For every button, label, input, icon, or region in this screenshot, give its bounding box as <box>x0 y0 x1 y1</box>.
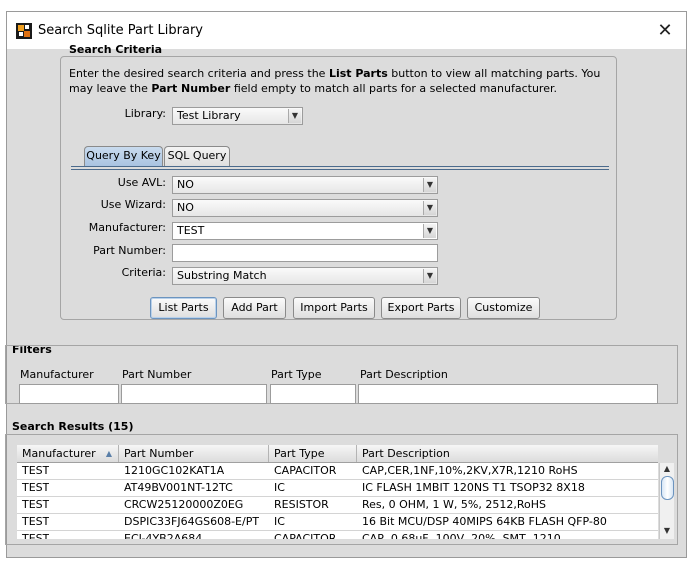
app-icon <box>16 23 32 39</box>
results-scrollbar[interactable]: ▲ ▼ <box>659 463 674 539</box>
tab-query-by-key[interactable]: Query By Key <box>84 146 163 166</box>
tab-divider <box>71 166 609 167</box>
export-parts-button[interactable]: Export Parts <box>381 297 461 319</box>
scroll-down-icon[interactable]: ▼ <box>660 525 674 537</box>
filter-part-number-label: Part Number <box>122 368 192 381</box>
filter-part-type-input[interactable] <box>270 384 356 404</box>
cell-part-type: RESISTOR <box>274 498 329 511</box>
cell-part-type: IC <box>274 481 285 494</box>
use-avl-value: NO <box>177 178 194 191</box>
manufacturer-value: TEST <box>177 224 205 237</box>
part-number-input[interactable] <box>172 244 438 262</box>
chevron-down-icon: ▼ <box>423 201 436 215</box>
cell-manufacturer: TEST <box>22 515 50 528</box>
tab-sql-query[interactable]: SQL Query <box>164 146 230 166</box>
filter-part-number-input[interactable] <box>121 384 267 404</box>
table-row[interactable]: TEST DSPIC33FJ64GS608-E/PT IC 16 Bit MCU… <box>17 514 658 531</box>
sort-ascending-icon: ▲ <box>105 449 112 458</box>
cell-part-type: CAPACITOR <box>274 532 337 539</box>
library-select-value: Test Library <box>177 109 241 122</box>
instructions-text: Enter the desired search criteria and pr… <box>69 67 601 95</box>
cell-part-description: CAP, 0.68uF, 100V, 20%, SMT, 1210 <box>362 532 561 539</box>
cell-part-type: IC <box>274 515 285 528</box>
add-part-button[interactable]: Add Part <box>223 297 286 319</box>
chevron-down-icon: ▼ <box>423 178 436 192</box>
table-row[interactable]: TEST 1210GC102KAT1A CAPACITOR CAP,CER,1N… <box>17 463 658 480</box>
cell-manufacturer: TEST <box>22 481 50 494</box>
search-results-heading: Search Results (15) <box>12 420 134 433</box>
results-table-header: Manufacturer ▲ Part Number Part Type Par… <box>17 445 658 463</box>
manufacturer-combo[interactable]: TEST ▼ <box>172 222 438 240</box>
cell-manufacturer: TEST <box>22 464 50 477</box>
cell-part-number: ECJ-4YB2A684 <box>124 532 203 539</box>
cell-part-number: 1210GC102KAT1A <box>124 464 225 477</box>
chevron-down-icon: ▼ <box>423 224 436 238</box>
chevron-down-icon: ▼ <box>423 269 436 283</box>
chevron-down-icon: ▼ <box>288 109 301 123</box>
use-wizard-value: NO <box>177 201 194 214</box>
customize-button[interactable]: Customize <box>467 297 540 319</box>
cell-part-description: CAP,CER,1NF,10%,2KV,X7R,1210 RoHS <box>362 464 578 477</box>
scroll-up-icon[interactable]: ▲ <box>660 463 674 475</box>
results-table-body: TEST 1210GC102KAT1A CAPACITOR CAP,CER,1N… <box>17 463 658 539</box>
filter-part-description-label: Part Description <box>360 368 448 381</box>
use-avl-label: Use AVL: <box>117 176 166 189</box>
manufacturer-label: Manufacturer: <box>88 221 166 234</box>
table-row[interactable]: TEST AT49BV001NT-12TC IC IC FLASH 1MBIT … <box>17 480 658 497</box>
cell-part-type: CAPACITOR <box>274 464 337 477</box>
use-avl-select[interactable]: NO ▼ <box>172 176 438 194</box>
filter-manufacturer-input[interactable] <box>19 384 119 404</box>
criteria-value: Substring Match <box>177 269 267 282</box>
close-icon[interactable]: ✕ <box>652 18 678 44</box>
column-header-manufacturer[interactable]: Manufacturer ▲ <box>17 445 119 462</box>
table-row[interactable]: TEST ECJ-4YB2A684 CAPACITOR CAP, 0.68uF,… <box>17 531 658 539</box>
window-title: Search Sqlite Part Library <box>38 23 204 38</box>
table-row[interactable]: TEST CRCW25120000Z0EG RESISTOR Res, 0 OH… <box>17 497 658 514</box>
cell-part-number: DSPIC33FJ64GS608-E/PT <box>124 515 260 528</box>
cell-part-description: Res, 0 OHM, 1 W, 5%, 2512,RoHS <box>362 498 546 511</box>
column-header-part-number[interactable]: Part Number <box>119 445 269 462</box>
use-wizard-select[interactable]: NO ▼ <box>172 199 438 217</box>
tab-divider-lower <box>71 169 609 170</box>
filter-manufacturer-label: Manufacturer <box>20 368 94 381</box>
cell-manufacturer: TEST <box>22 532 50 539</box>
cell-part-description: IC FLASH 1MBIT 120NS T1 TSOP32 8X18 <box>362 481 585 494</box>
column-header-part-description[interactable]: Part Description <box>357 445 658 462</box>
library-label: Library: <box>124 107 166 120</box>
cell-manufacturer: TEST <box>22 498 50 511</box>
filter-part-description-input[interactable] <box>358 384 658 404</box>
part-number-label: Part Number: <box>93 244 166 257</box>
criteria-select[interactable]: Substring Match ▼ <box>172 267 438 285</box>
filter-part-type-label: Part Type <box>271 368 322 381</box>
criteria-label: Criteria: <box>121 266 166 279</box>
list-parts-button[interactable]: List Parts <box>150 297 217 319</box>
cell-part-number: AT49BV001NT-12TC <box>124 481 233 494</box>
column-header-label: Manufacturer <box>22 447 96 460</box>
column-header-part-type[interactable]: Part Type <box>269 445 357 462</box>
cell-part-description: 16 Bit MCU/DSP 40MIPS 64KB FLASH QFP-80 <box>362 515 607 528</box>
cell-part-number: CRCW25120000Z0EG <box>124 498 244 511</box>
library-select[interactable]: Test Library ▼ <box>172 107 303 125</box>
search-criteria-heading: Search Criteria <box>69 43 163 56</box>
import-parts-button[interactable]: Import Parts <box>293 297 375 319</box>
use-wizard-label: Use Wizard: <box>100 198 166 211</box>
scroll-thumb[interactable] <box>661 476 674 500</box>
